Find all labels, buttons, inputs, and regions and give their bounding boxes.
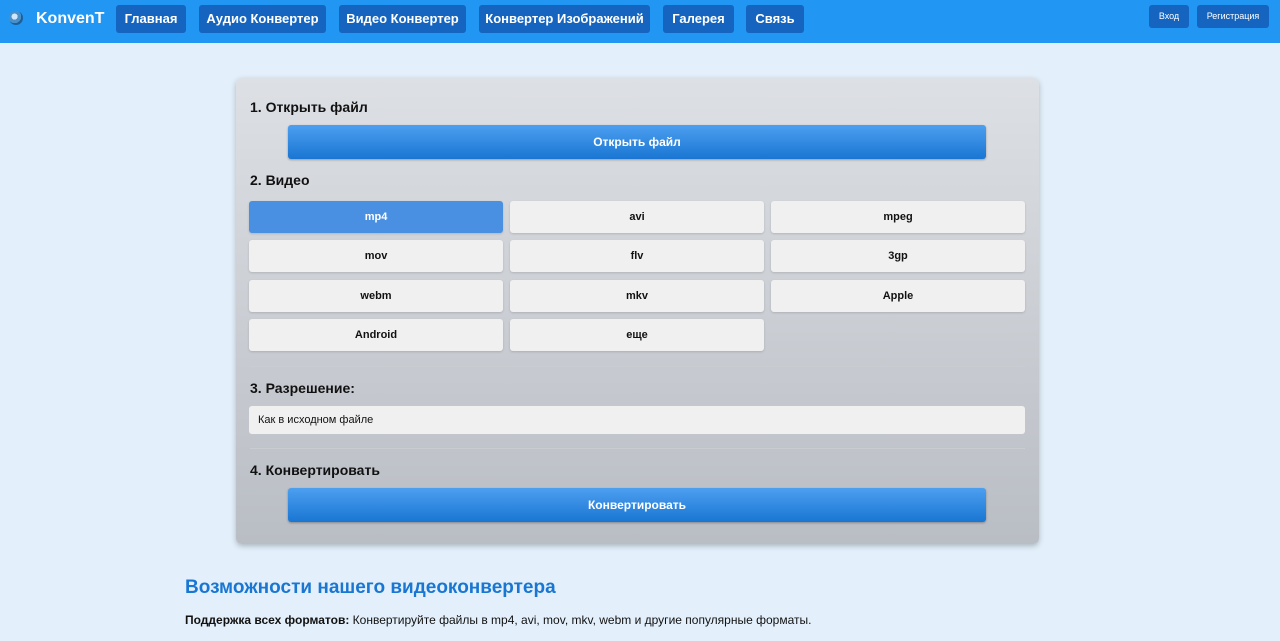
nav-contact[interactable]: Связь	[746, 5, 804, 33]
format-more[interactable]: еще	[510, 319, 764, 351]
divider	[250, 366, 1025, 367]
step1-title: 1. Открыть файл	[250, 99, 368, 115]
format-avi[interactable]: avi	[510, 201, 764, 233]
resolution-select[interactable]: Как в исходном файле	[249, 406, 1025, 434]
format-mp4[interactable]: mp4	[249, 201, 503, 233]
format-mov[interactable]: mov	[249, 240, 503, 272]
format-mkv[interactable]: mkv	[510, 280, 764, 312]
feature-label: Поддержка всех форматов:	[185, 613, 350, 627]
format-flv[interactable]: flv	[510, 240, 764, 272]
feature-text: Конвертируйте файлы в mp4, avi, mov, mkv…	[349, 613, 812, 627]
divider	[250, 448, 1025, 449]
step2-title: 2. Видео	[250, 172, 310, 188]
nav-image-converter[interactable]: Конвертер Изображений	[479, 5, 650, 33]
nav-home[interactable]: Главная	[116, 5, 186, 33]
format-webm[interactable]: webm	[249, 280, 503, 312]
format-android[interactable]: Android	[249, 319, 503, 351]
step3-title: 3. Разрешение:	[250, 380, 355, 396]
nav-gallery[interactable]: Галерея	[663, 5, 734, 33]
step4-title: 4. Конвертировать	[250, 462, 380, 478]
feature-item: Поддержка всех форматов: Конвертируйте ф…	[185, 613, 811, 627]
convert-button[interactable]: Конвертировать	[288, 488, 986, 522]
format-mpeg[interactable]: mpeg	[771, 201, 1025, 233]
register-button[interactable]: Регистрация	[1197, 5, 1269, 28]
open-file-button[interactable]: Открыть файл	[288, 125, 986, 159]
features-title: Возможности нашего видеоконвертера	[185, 577, 556, 598]
brand-name[interactable]: KonvenT	[36, 10, 104, 28]
top-navbar: KonvenT Главная Аудио Конвертер Видео Ко…	[0, 0, 1280, 43]
format-apple[interactable]: Apple	[771, 280, 1025, 312]
globe-logo-icon	[9, 11, 23, 25]
nav-audio-converter[interactable]: Аудио Конвертер	[199, 5, 326, 33]
format-3gp[interactable]: 3gp	[771, 240, 1025, 272]
login-button[interactable]: Вход	[1149, 5, 1189, 28]
nav-video-converter[interactable]: Видео Конвертер	[339, 5, 466, 33]
converter-panel: 1. Открыть файл Открыть файл 2. Видео mp…	[236, 78, 1039, 544]
